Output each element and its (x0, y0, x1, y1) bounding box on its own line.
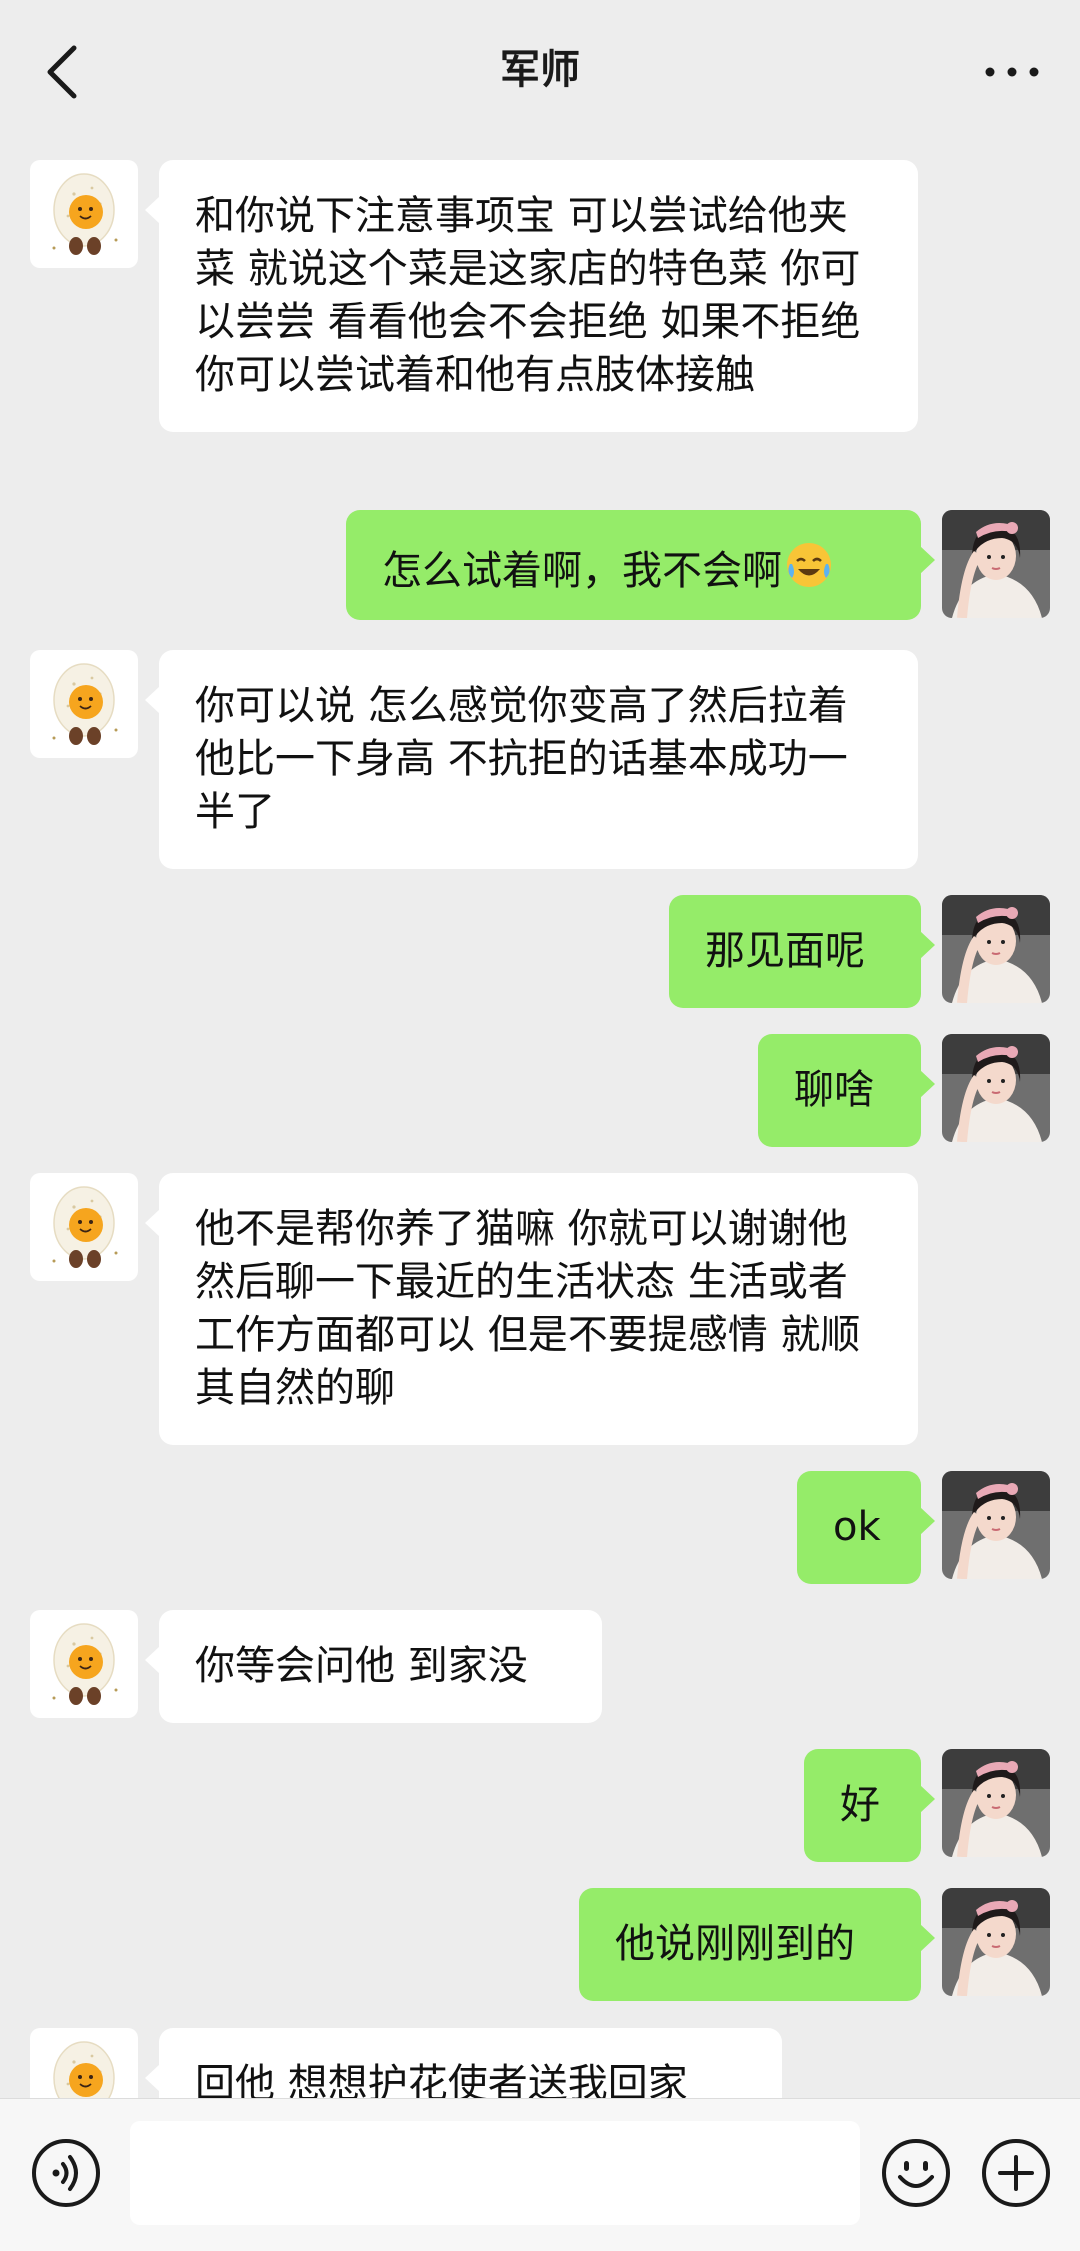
message-bubble[interactable]: ok (797, 1471, 935, 1584)
message-text: 怎么试着啊，我不会啊 (382, 548, 782, 594)
contact-avatar[interactable] (30, 650, 138, 758)
message-incoming: 他不是帮你养了猫嘛 你就可以谢谢他 然后聊一下最近的生活状态 生活或者工作方面都… (0, 1173, 1080, 1445)
message-outgoing: ok (0, 1471, 1080, 1584)
self-avatar[interactable] (942, 510, 1050, 618)
contact-avatar[interactable] (30, 1173, 138, 1281)
message-bubble[interactable]: 和你说下注意事项宝 可以尝试给他夹菜 就说这个菜是这家店的特色菜 你可以尝尝 看… (145, 160, 918, 432)
message-outgoing: 聊啥 (0, 1034, 1080, 1147)
contact-avatar[interactable] (30, 160, 138, 268)
plus-icon[interactable] (980, 2137, 1052, 2209)
contact-avatar[interactable] (30, 1610, 138, 1718)
message-incoming: 你可以说 怎么感觉你变高了然后拉着他比一下身高 不抗拒的话基本成功一半了 (0, 650, 1080, 869)
message-bubble[interactable]: 那见面呢 (669, 895, 935, 1008)
self-avatar[interactable] (942, 1888, 1050, 1996)
message-input[interactable] (130, 2121, 860, 2225)
message-outgoing: 好 (0, 1749, 1080, 1862)
self-avatar[interactable] (942, 1749, 1050, 1857)
input-bar (0, 2098, 1080, 2251)
message-bubble[interactable]: 他不是帮你养了猫嘛 你就可以谢谢他 然后聊一下最近的生活状态 生活或者工作方面都… (145, 1173, 918, 1445)
voice-icon[interactable] (30, 2137, 102, 2209)
message-bubble[interactable]: 怎么试着啊，我不会啊 (346, 510, 935, 620)
self-avatar[interactable] (942, 1034, 1050, 1142)
message-incoming: 和你说下注意事项宝 可以尝试给他夹菜 就说这个菜是这家店的特色菜 你可以尝尝 看… (0, 160, 1080, 482)
more-dots-icon[interactable] (980, 52, 1044, 92)
message-incoming: 回他 想想护花使者送我回家 (0, 2028, 1080, 2098)
message-incoming: 你等会问他 到家没 (0, 1610, 1080, 1723)
message-outgoing: 那见面呢 (0, 895, 1080, 1008)
message-bubble[interactable]: 好 (804, 1749, 935, 1862)
message-bubble[interactable]: 他说刚刚到的 (579, 1888, 935, 2001)
chat-header: 军师 (0, 0, 1080, 140)
contact-avatar[interactable] (30, 2028, 138, 2098)
self-avatar[interactable] (942, 895, 1050, 1003)
emoji-icon[interactable] (880, 2137, 952, 2209)
message-list[interactable]: 和你说下注意事项宝 可以尝试给他夹菜 就说这个菜是这家店的特色菜 你可以尝尝 看… (0, 140, 1080, 2098)
message-bubble[interactable]: 你可以说 怎么感觉你变高了然后拉着他比一下身高 不抗拒的话基本成功一半了 (145, 650, 918, 869)
message-bubble[interactable]: 你等会问他 到家没 (145, 1610, 602, 1723)
chat-title: 军师 (500, 47, 580, 93)
message-outgoing: 他说刚刚到的 (0, 1888, 1080, 2001)
message-outgoing: 怎么试着啊，我不会啊 (0, 510, 1080, 620)
message-bubble[interactable]: 回他 想想护花使者送我回家 (145, 2028, 782, 2098)
laughing-crying-emoji (787, 543, 831, 587)
message-bubble[interactable]: 聊啥 (758, 1034, 935, 1147)
self-avatar[interactable] (942, 1471, 1050, 1579)
